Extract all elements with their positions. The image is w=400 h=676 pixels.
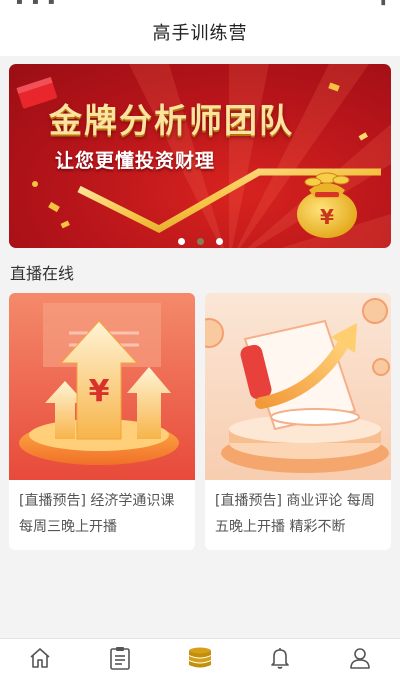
page-title: 高手训练营 <box>152 23 248 44</box>
svg-text:¥: ¥ <box>89 374 110 409</box>
svg-text:¥: ¥ <box>320 205 334 229</box>
carousel-indicators <box>9 238 391 245</box>
bottom-tab-bar <box>0 638 400 676</box>
user-icon <box>350 647 370 669</box>
clipboard-icon <box>110 646 130 670</box>
live-card-text: [直播预告] 商业评论 每周五晚上开播 精彩不断 <box>215 493 375 535</box>
tab-profile[interactable] <box>340 641 380 675</box>
tab-notifications[interactable] <box>260 641 300 675</box>
live-card-text: [直播预告] 经济学通识课 每周三晚上开播 <box>19 493 175 535</box>
tab-home[interactable] <box>20 641 60 675</box>
coins-icon <box>189 647 211 667</box>
live-card[interactable]: ¥ [直播预告] 经济学通识课 每周三晚上开播 <box>9 293 195 550</box>
status-bar: ▪ ▪ ▪ ▮ <box>0 0 400 8</box>
tab-notes[interactable] <box>100 641 140 675</box>
carousel-dot-active[interactable] <box>196 238 204 245</box>
live-card[interactable]: [直播预告] 商业评论 每周五晚上开播 精彩不断 <box>205 293 391 550</box>
promo-banner[interactable]: ¥ 金牌分析师团队 让您更懂投资财理 <box>9 64 391 248</box>
section-title-live: 直播在线 <box>10 264 75 283</box>
banner-subtitle: 让您更懂投资财理 <box>55 150 216 172</box>
carousel-dot[interactable] <box>215 238 223 245</box>
card-2-image <box>205 293 391 480</box>
home-icon <box>30 647 50 668</box>
tab-finance[interactable] <box>180 641 220 675</box>
top-nav-bar: 高手训练营 <box>0 8 400 56</box>
carousel-dot[interactable] <box>177 238 185 245</box>
signal-icons: ▪ ▪ ▪ <box>16 0 58 7</box>
battery-icon: ▮ <box>380 0 386 7</box>
bell-icon <box>271 647 289 669</box>
banner-title: 金牌分析师团队 <box>49 101 294 140</box>
card-1-image: ¥ <box>9 293 195 480</box>
